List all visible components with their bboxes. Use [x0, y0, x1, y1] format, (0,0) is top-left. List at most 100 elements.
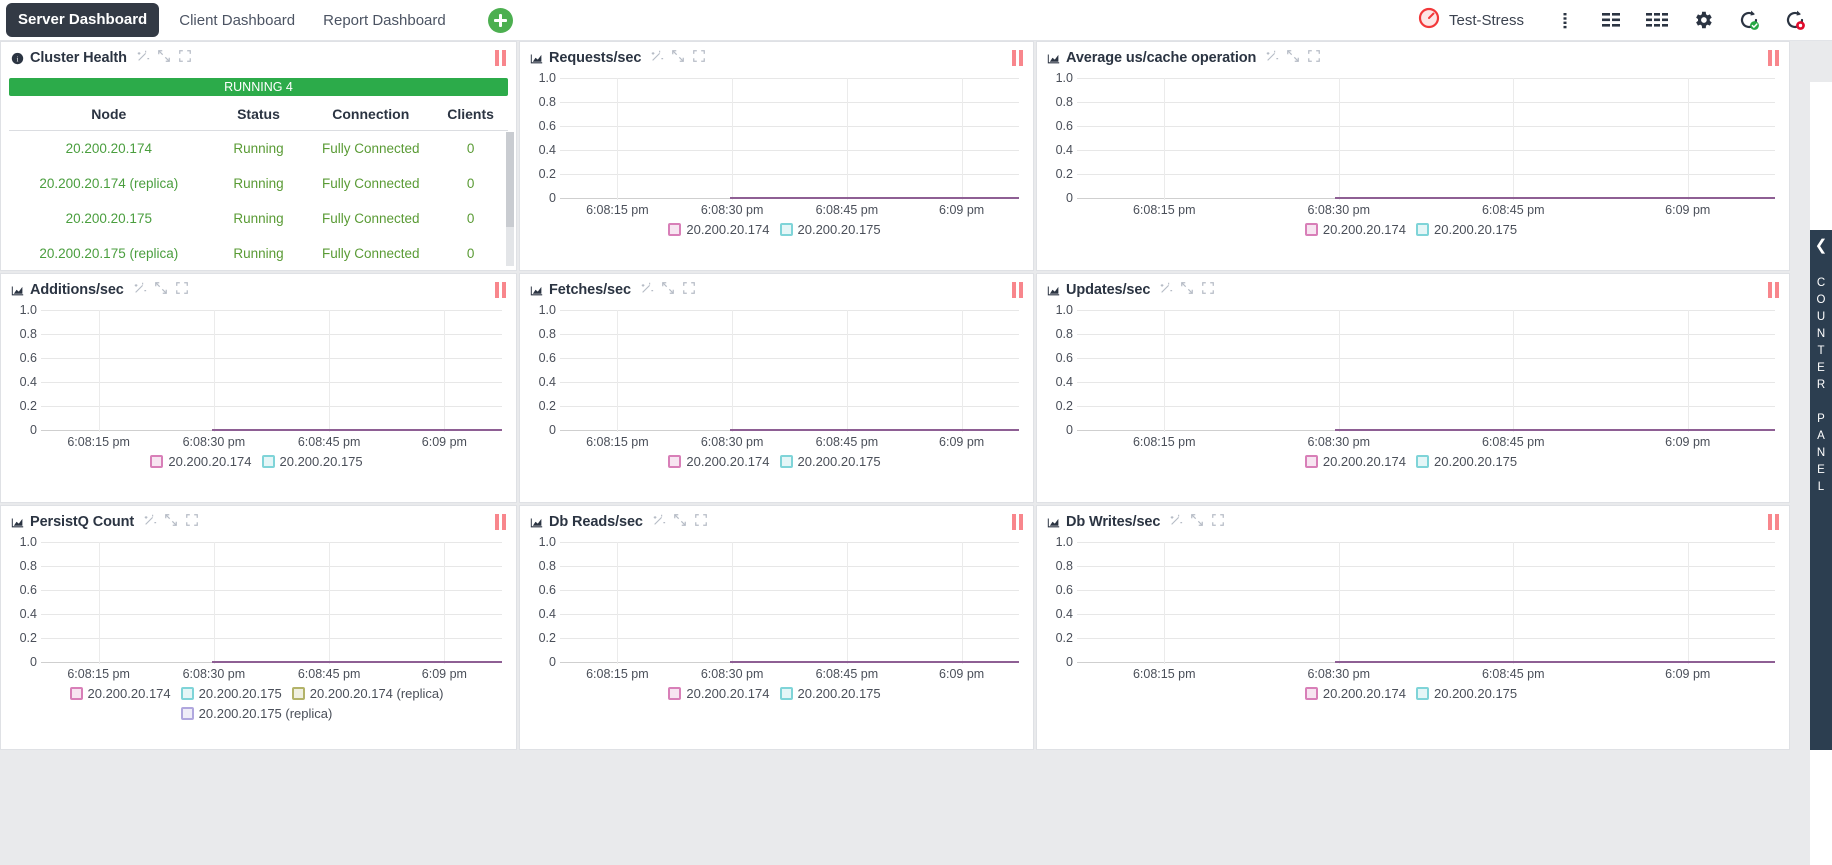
- expand-icon[interactable]: [164, 513, 178, 532]
- counter-panel-toggle[interactable]: ❮ COUNTER PANEL: [1810, 230, 1832, 750]
- legend-item[interactable]: 20.200.20.174: [1304, 686, 1406, 701]
- magic-wand-icon[interactable]: [640, 281, 654, 300]
- x-axis-labels: 6:08:15 pm 6:08:30 pm 6:08:45 pm 6:09 pm: [560, 432, 1019, 452]
- table-row[interactable]: 20.200.20.175 Running Fully Connected 0: [9, 201, 508, 236]
- y-tick-label: 0.4: [19, 607, 37, 621]
- legend-item[interactable]: 20.200.20.175: [779, 686, 881, 701]
- pause-button[interactable]: [1768, 50, 1779, 66]
- chart-requests[interactable]: 1.0 0.8 0.6 0.4 0.2 0 6:08:15 pm 6:08:30 pm 6:08…: [520, 71, 1033, 237]
- list-single-icon[interactable]: [1544, 3, 1586, 37]
- expand-icon[interactable]: [1190, 513, 1204, 532]
- table-scrollbar[interactable]: [506, 132, 514, 266]
- expand-icon[interactable]: [673, 513, 687, 532]
- legend-label: 20.200.20.175 (replica): [198, 706, 333, 721]
- legend-item[interactable]: 20.200.20.175: [1416, 686, 1517, 701]
- legend-item[interactable]: 20.200.20.175: [779, 222, 881, 237]
- gridline: [1077, 78, 1775, 79]
- legend-item[interactable]: 20.200.20.174 (replica): [291, 686, 443, 701]
- fullscreen-icon[interactable]: [682, 281, 696, 300]
- col-clients: Clients: [433, 96, 508, 131]
- add-dashboard-button[interactable]: [487, 7, 513, 33]
- chart-updates[interactable]: 1.0 0.8 0.6 0.4 0.2 0 6:08:15 pm 6:08:30 pm 6:08…: [1037, 303, 1789, 469]
- legend-item[interactable]: 20.200.20.174: [668, 454, 770, 469]
- vertical-gridline: [1687, 310, 1689, 432]
- pause-button[interactable]: [1768, 282, 1779, 298]
- y-tick-label: 0.4: [538, 143, 556, 157]
- legend-item[interactable]: 20.200.20.174: [668, 222, 770, 237]
- pause-button[interactable]: [495, 514, 506, 530]
- legend-item[interactable]: 20.200.20.174: [150, 454, 252, 469]
- plot-area: 1.0 0.8 0.6 0.4 0.2 0: [1043, 535, 1779, 669]
- magic-wand-icon[interactable]: [1265, 49, 1279, 68]
- refresh-success-icon[interactable]: [1728, 3, 1770, 37]
- x-tick-label: 6:08:30 pm: [700, 203, 764, 217]
- pause-button[interactable]: [1012, 514, 1023, 530]
- legend-item[interactable]: 20.200.20.175: [261, 454, 363, 469]
- fullscreen-icon[interactable]: [178, 49, 192, 68]
- gear-icon[interactable]: [1682, 3, 1724, 37]
- fullscreen-icon[interactable]: [1307, 49, 1321, 68]
- expand-icon[interactable]: [1180, 281, 1194, 300]
- vertical-gridline: [961, 78, 963, 200]
- chart-db_writes[interactable]: 1.0 0.8 0.6 0.4 0.2 0 6:08:15 pm 6:08:30 pm 6:08…: [1037, 535, 1789, 701]
- legend-item[interactable]: 20.200.20.174: [1304, 454, 1406, 469]
- magic-wand-icon[interactable]: [136, 49, 150, 68]
- legend-item[interactable]: 20.200.20.175: [180, 686, 282, 701]
- pause-button[interactable]: [495, 50, 506, 66]
- expand-icon[interactable]: [661, 281, 675, 300]
- legend-item[interactable]: 20.200.20.174: [69, 686, 171, 701]
- magic-wand-icon[interactable]: [650, 49, 664, 68]
- chart-db_reads[interactable]: 1.0 0.8 0.6 0.4 0.2 0 6:08:15 pm 6:08:30 pm 6:08…: [520, 535, 1033, 701]
- legend-item[interactable]: 20.200.20.175: [1416, 222, 1517, 237]
- fullscreen-icon[interactable]: [175, 281, 189, 300]
- list-double-icon[interactable]: [1590, 3, 1632, 37]
- expand-icon[interactable]: [157, 49, 171, 68]
- y-tick-label: 0.2: [19, 399, 37, 413]
- magic-wand-icon[interactable]: [1159, 281, 1173, 300]
- chart-avg_cache[interactable]: 1.0 0.8 0.6 0.4 0.2 0 6:08:15 pm 6:08:30 pm 6:08…: [1037, 71, 1789, 237]
- refresh-error-icon[interactable]: [1774, 3, 1816, 37]
- legend-swatch: [150, 455, 164, 468]
- table-row[interactable]: 20.200.20.175 (replica) Running Fully Co…: [9, 236, 508, 270]
- legend-item[interactable]: 20.200.20.175: [1416, 454, 1517, 469]
- fullscreen-icon[interactable]: [185, 513, 199, 532]
- table-row[interactable]: 20.200.20.174 Running Fully Connected 0: [9, 131, 508, 167]
- magic-wand-icon[interactable]: [143, 513, 157, 532]
- cell-node: 20.200.20.175: [65, 211, 152, 226]
- chart-fetches[interactable]: 1.0 0.8 0.6 0.4 0.2 0 6:08:15 pm 6:08:30 pm 6:08…: [520, 303, 1033, 469]
- x-tick-label: 6:09 pm: [939, 667, 985, 681]
- gridline: [1077, 406, 1775, 407]
- expand-icon[interactable]: [671, 49, 685, 68]
- panel-header: Db Writes/sec: [1037, 506, 1789, 538]
- y-tick-label: 0: [30, 655, 37, 669]
- fullscreen-icon[interactable]: [1201, 281, 1215, 300]
- magic-wand-icon[interactable]: [1169, 513, 1183, 532]
- legend-item[interactable]: 20.200.20.174: [1304, 222, 1406, 237]
- magic-wand-icon[interactable]: [652, 513, 666, 532]
- chart-additions[interactable]: 1.0 0.8 0.6 0.4 0.2 0 6:08:15 pm 6:08:30 pm 6:08…: [1, 303, 516, 469]
- tab-report-dashboard[interactable]: Report Dashboard: [309, 0, 460, 41]
- magic-wand-icon[interactable]: [133, 281, 147, 300]
- legend-item[interactable]: 20.200.20.175: [779, 454, 881, 469]
- expand-icon[interactable]: [154, 281, 168, 300]
- series-line: [1335, 197, 1775, 199]
- vertical-gridline: [617, 78, 619, 200]
- tab-client-dashboard[interactable]: Client Dashboard: [165, 0, 309, 41]
- pause-button[interactable]: [1012, 50, 1023, 66]
- pause-button[interactable]: [1012, 282, 1023, 298]
- gridline: [41, 406, 502, 407]
- pause-button[interactable]: [1768, 514, 1779, 530]
- fullscreen-icon[interactable]: [694, 513, 708, 532]
- tab-server-dashboard[interactable]: Server Dashboard: [6, 3, 160, 37]
- pause-button[interactable]: [495, 282, 506, 298]
- list-triple-icon[interactable]: [1636, 3, 1678, 37]
- expand-icon[interactable]: [1286, 49, 1300, 68]
- chevron-left-icon[interactable]: ❮: [1815, 238, 1828, 253]
- legend-item[interactable]: 20.200.20.174: [668, 686, 770, 701]
- x-tick-label: 6:08:45 pm: [1481, 203, 1545, 217]
- chart-persistq[interactable]: 1.0 0.8 0.6 0.4 0.2 0 6:08:15 pm 6:08:30 pm 6:08…: [1, 535, 516, 721]
- fullscreen-icon[interactable]: [1211, 513, 1225, 532]
- fullscreen-icon[interactable]: [692, 49, 706, 68]
- table-row[interactable]: 20.200.20.174 (replica) Running Fully Co…: [9, 166, 508, 201]
- legend-item[interactable]: 20.200.20.175 (replica): [180, 706, 333, 721]
